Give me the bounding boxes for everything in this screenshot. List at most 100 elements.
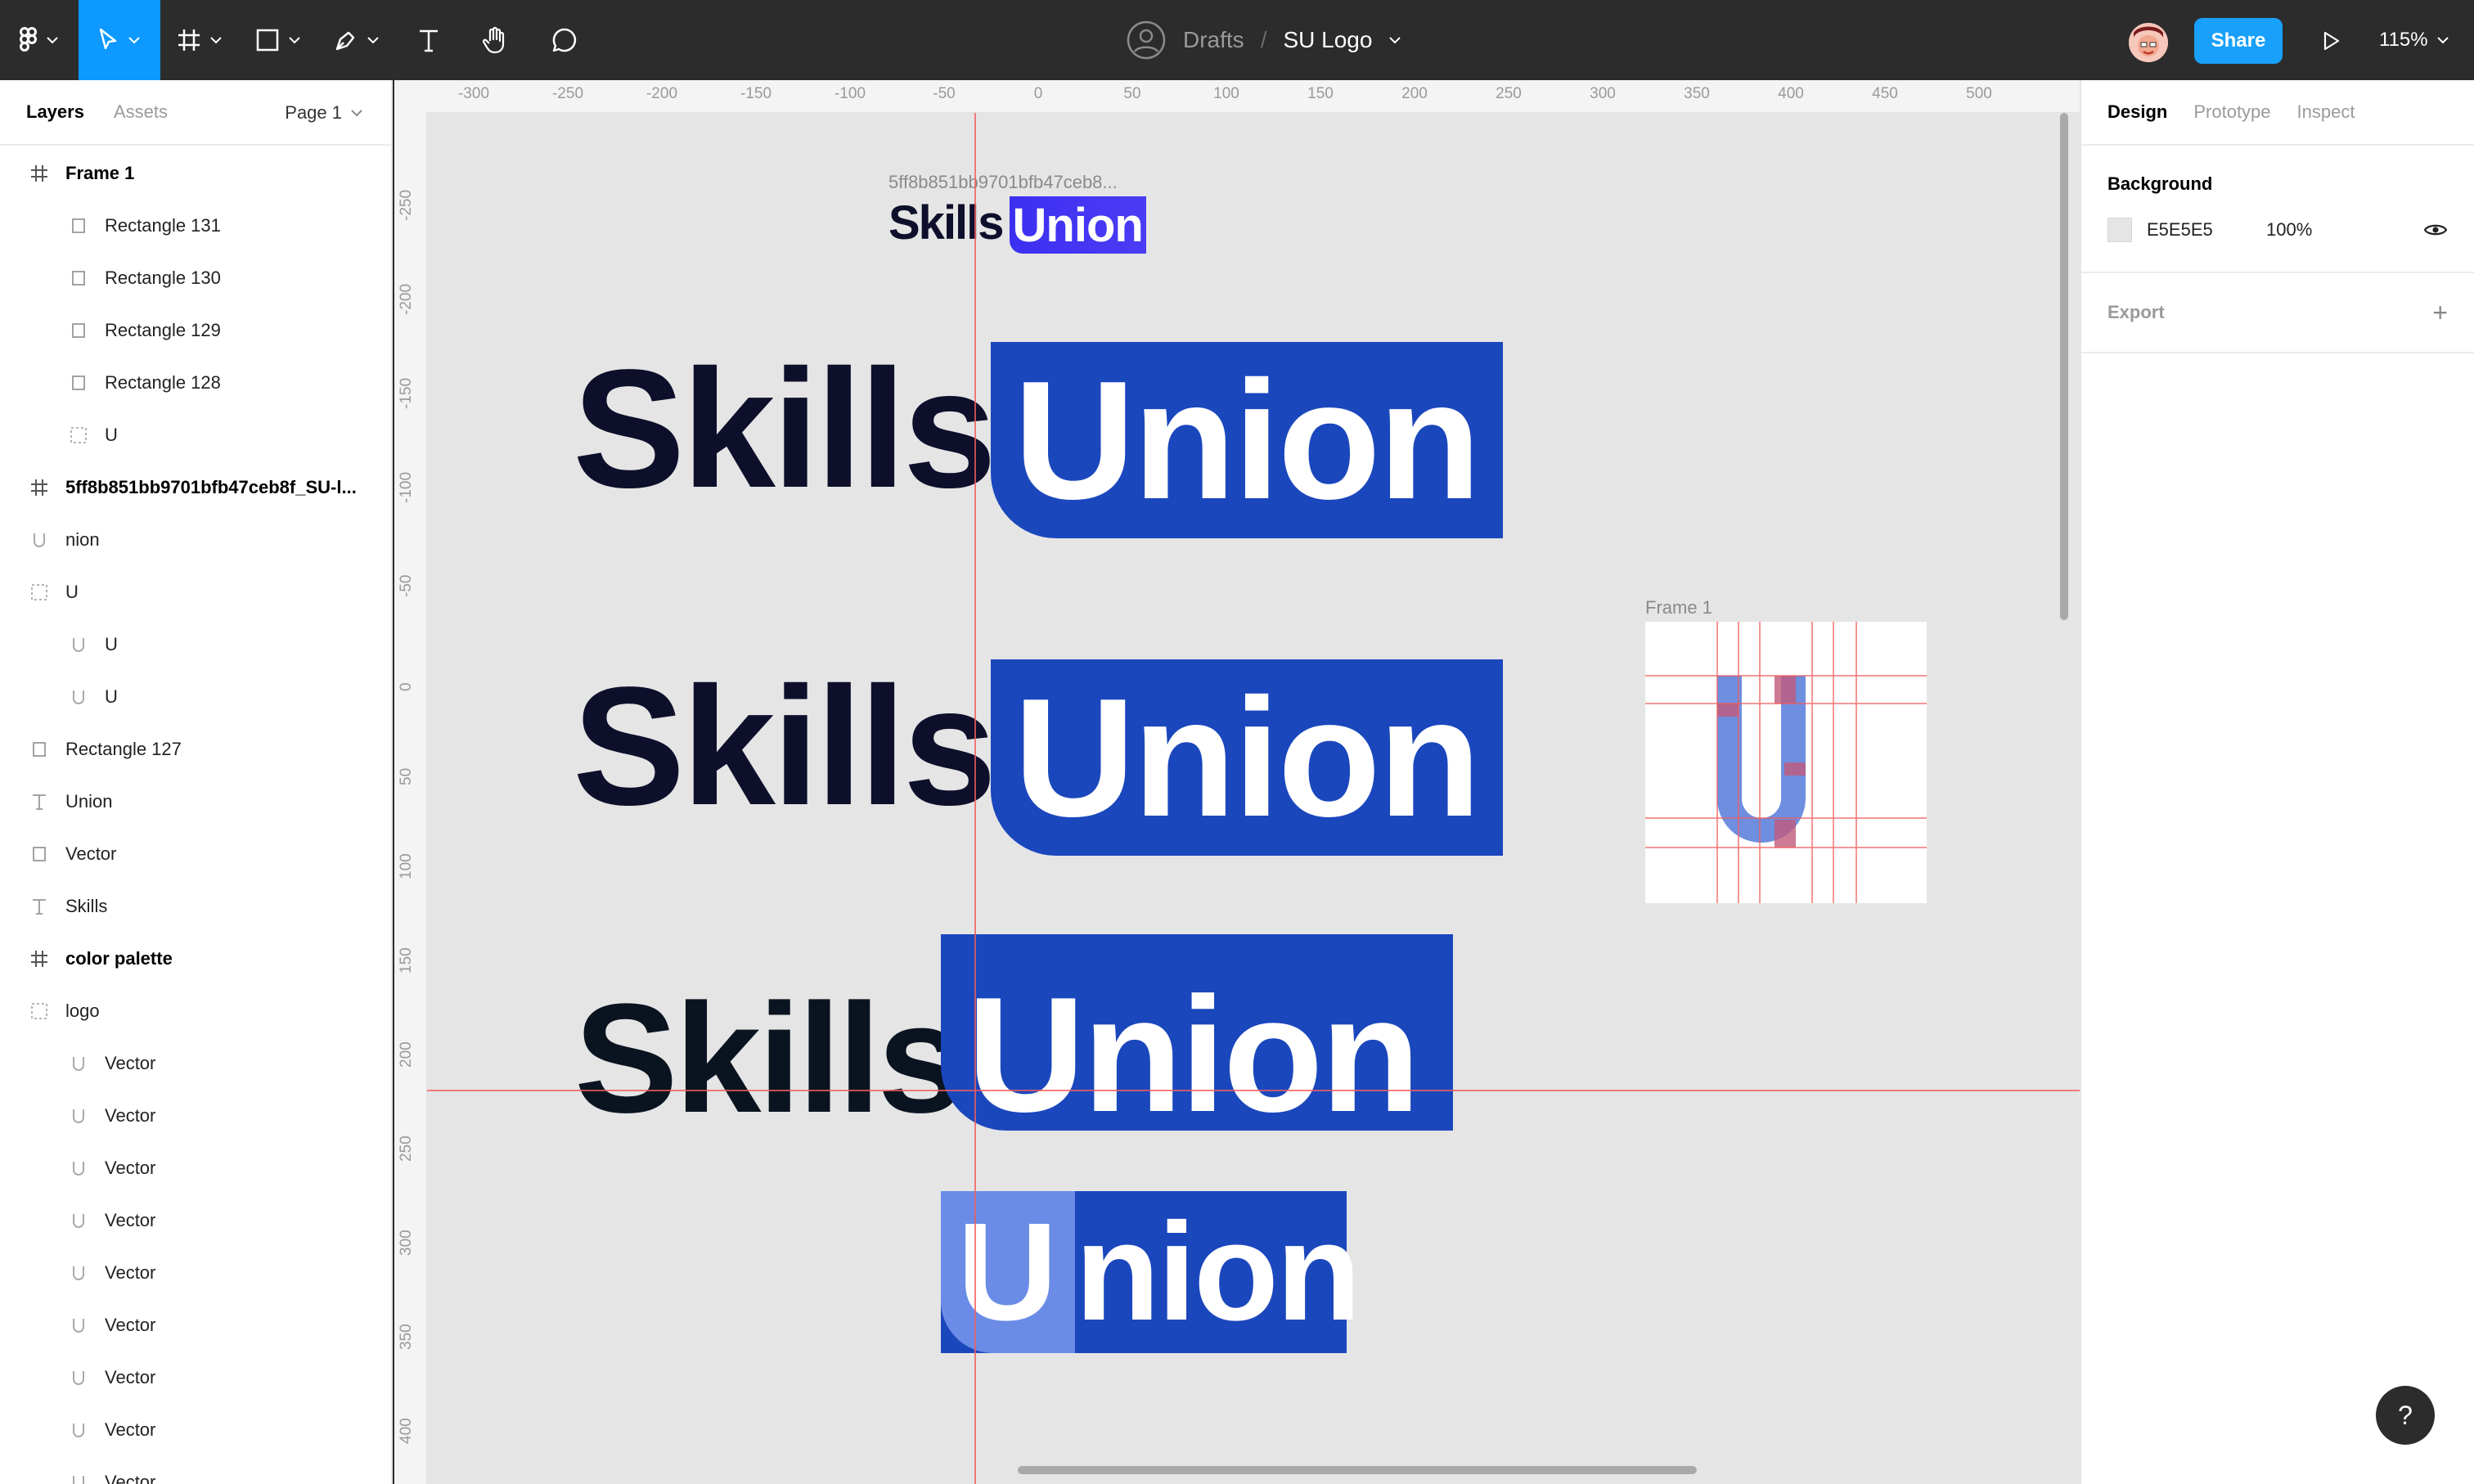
pen-tool-button[interactable] bbox=[317, 0, 396, 80]
text-tool-button[interactable] bbox=[396, 0, 461, 80]
small-frame-label[interactable]: 5ff8b851bb9701bfb47ceb8... bbox=[888, 172, 1118, 193]
logo-small[interactable]: Skills Union bbox=[888, 196, 1146, 254]
ruler-tick-label: 50 bbox=[398, 767, 415, 785]
layer-row[interactable]: Rectangle 131 bbox=[0, 200, 391, 252]
chevron-down-icon bbox=[2436, 37, 2449, 44]
help-button[interactable]: ? bbox=[2376, 1386, 2435, 1445]
layer-label: 5ff8b851bb9701bfb47ceb8f_SU-l... bbox=[65, 477, 357, 497]
layer-row[interactable]: Rectangle 128 bbox=[0, 357, 391, 409]
breadcrumb-drafts[interactable]: Drafts bbox=[1183, 27, 1244, 53]
background-section: Background E5E5E5 100% bbox=[2081, 146, 2474, 273]
vector-icon bbox=[69, 1473, 88, 1484]
frame1[interactable] bbox=[1645, 622, 1927, 903]
design-canvas[interactable]: -300 -250 -200 -150 -100 -50 0 50 100 150 200 250 30… bbox=[394, 80, 2080, 1484]
ruler-tick-label: 150 bbox=[1307, 85, 1334, 102]
page-label: Page 1 bbox=[285, 102, 342, 123]
tab-assets[interactable]: Assets bbox=[114, 101, 168, 123]
layer-row[interactable]: Frame 1 bbox=[0, 147, 391, 200]
horizontal-scrollbar[interactable] bbox=[1018, 1466, 1697, 1474]
tab-prototype[interactable]: Prototype bbox=[2193, 101, 2270, 123]
ruler-tick-label: -200 bbox=[398, 283, 415, 315]
layer-row[interactable]: Vector bbox=[0, 1090, 391, 1142]
layer-row[interactable]: Vector bbox=[0, 1404, 391, 1456]
ruler-tick-label: 300 bbox=[398, 1230, 415, 1256]
horizontal-ruler[interactable]: -300 -250 -200 -150 -100 -50 0 50 100 150 200 250 30… bbox=[427, 80, 2080, 113]
vector-icon bbox=[69, 1368, 88, 1387]
background-hex-input[interactable]: E5E5E5 bbox=[2147, 219, 2266, 241]
page-selector[interactable]: Page 1 bbox=[285, 80, 363, 146]
shape-tool-button[interactable] bbox=[239, 0, 317, 80]
layer-row[interactable]: U bbox=[0, 618, 391, 671]
hand-tool-button[interactable] bbox=[461, 0, 530, 80]
vector-icon bbox=[69, 1263, 88, 1283]
layer-row[interactable]: 5ff8b851bb9701bfb47ceb8f_SU-l... bbox=[0, 461, 391, 514]
layer-row[interactable]: Skills bbox=[0, 880, 391, 933]
tab-design[interactable]: Design bbox=[2107, 101, 2167, 123]
frame-tool-button[interactable] bbox=[160, 0, 239, 80]
vector-icon bbox=[69, 1211, 88, 1230]
layer-row[interactable]: Vector bbox=[0, 1456, 391, 1484]
ruler-tick-label: 200 bbox=[1401, 85, 1428, 102]
logo-large-1[interactable]: Skills bbox=[573, 335, 996, 527]
logo-large-2[interactable]: Skills bbox=[573, 652, 996, 844]
layer-row[interactable]: Vector bbox=[0, 828, 391, 880]
layer-label: U bbox=[105, 634, 118, 654]
guide-horizontal[interactable] bbox=[427, 1090, 2080, 1091]
user-avatar[interactable] bbox=[2129, 23, 2168, 62]
zoom-menu[interactable]: 115% bbox=[2379, 0, 2449, 80]
chevron-down-icon[interactable] bbox=[1388, 36, 1401, 44]
background-title: Background bbox=[2107, 173, 2213, 194]
ruler-tick-label: -50 bbox=[933, 85, 956, 102]
layer-row[interactable]: Vector bbox=[0, 1351, 391, 1404]
rectangle-icon bbox=[69, 321, 88, 340]
main-menu-button[interactable] bbox=[0, 0, 79, 80]
layer-row[interactable]: Vector bbox=[0, 1299, 391, 1351]
layer-row[interactable]: Rectangle 127 bbox=[0, 723, 391, 776]
comment-tool-button[interactable] bbox=[530, 0, 599, 80]
logo-3-skills: Skills bbox=[574, 972, 964, 1145]
group-icon bbox=[69, 425, 88, 445]
breadcrumb-separator: / bbox=[1260, 27, 1267, 52]
present-button[interactable] bbox=[2315, 25, 2348, 57]
layer-row[interactable]: Vector bbox=[0, 1247, 391, 1299]
vertical-ruler[interactable]: -250 -200 -150 -100 -50 0 50 100 150 200 250 300 350… bbox=[394, 80, 427, 1484]
background-swatch[interactable] bbox=[2107, 218, 2132, 242]
logo-4-u[interactable]: U bbox=[941, 1191, 1075, 1353]
ruler-tick-label: -100 bbox=[834, 85, 866, 102]
layer-row[interactable]: Union bbox=[0, 776, 391, 828]
move-tool-button[interactable] bbox=[79, 0, 160, 80]
logo-1-union[interactable]: Union bbox=[991, 342, 1503, 538]
layer-row[interactable]: U bbox=[0, 671, 391, 723]
tab-layers[interactable]: Layers bbox=[26, 101, 84, 123]
vector-icon bbox=[69, 1054, 88, 1073]
share-button[interactable]: Share bbox=[2194, 18, 2283, 64]
figma-logo-icon bbox=[20, 27, 37, 52]
layer-row[interactable]: Vector bbox=[0, 1194, 391, 1247]
tab-inspect[interactable]: Inspect bbox=[2297, 101, 2355, 123]
u-grid-construction bbox=[1645, 622, 1927, 903]
file-title[interactable]: SU Logo bbox=[1283, 27, 1372, 53]
logo-large-3[interactable]: Skills bbox=[574, 969, 964, 1149]
eye-icon[interactable] bbox=[2423, 222, 2448, 238]
layer-row[interactable]: Vector bbox=[0, 1037, 391, 1090]
layer-label: Vector bbox=[105, 1262, 156, 1283]
cursor-icon bbox=[99, 28, 117, 50]
frame1-label[interactable]: Frame 1 bbox=[1645, 597, 1712, 618]
guide-vertical[interactable] bbox=[974, 113, 976, 1484]
layer-row[interactable]: nion bbox=[0, 514, 391, 566]
add-export-button[interactable]: + bbox=[2432, 298, 2448, 328]
layer-row[interactable]: Rectangle 130 bbox=[0, 252, 391, 304]
layer-row[interactable]: logo bbox=[0, 985, 391, 1037]
layer-row[interactable]: Rectangle 129 bbox=[0, 304, 391, 357]
layer-row[interactable]: color palette bbox=[0, 933, 391, 985]
play-icon bbox=[2323, 31, 2340, 51]
logo-3-union[interactable]: Union bbox=[941, 934, 1453, 1137]
background-opacity-input[interactable]: 100% bbox=[2266, 219, 2312, 241]
layer-row[interactable]: U bbox=[0, 566, 391, 618]
layer-row[interactable]: Vector bbox=[0, 1142, 391, 1194]
layer-row[interactable]: U bbox=[0, 409, 391, 461]
ruler-tick-label: -150 bbox=[398, 377, 415, 409]
vertical-scrollbar[interactable] bbox=[2060, 113, 2068, 620]
logo-2-union[interactable]: Union bbox=[991, 659, 1503, 856]
ruler-tick-label: 250 bbox=[398, 1135, 415, 1162]
